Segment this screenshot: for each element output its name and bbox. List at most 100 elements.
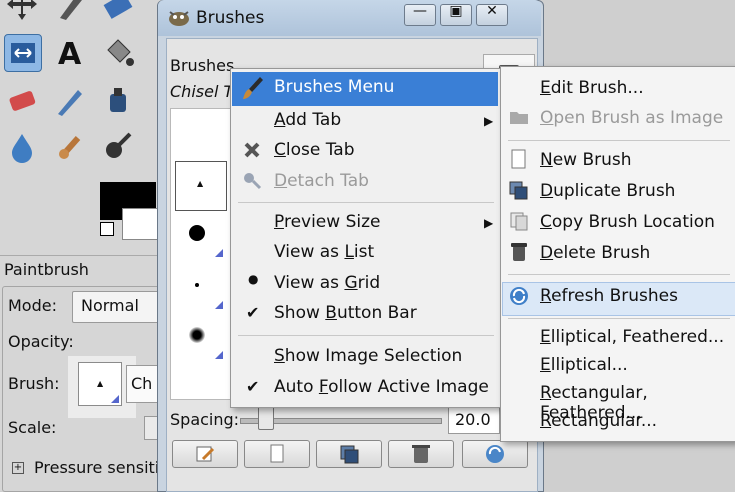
measure-tool-icon[interactable] <box>100 0 136 24</box>
brush-cell[interactable] <box>175 211 225 259</box>
mnemonic: P <box>274 212 284 232</box>
brush-cell[interactable] <box>175 263 225 311</box>
trash-icon <box>412 445 430 463</box>
duplicate-icon <box>508 179 530 201</box>
new-document-icon <box>270 444 284 463</box>
delete-brush-button[interactable] <box>388 440 454 468</box>
mnemonic: C <box>540 212 552 232</box>
new-brush-button[interactable] <box>244 440 310 468</box>
mnemonic: R <box>540 411 552 431</box>
mnemonic: R <box>540 286 552 306</box>
label-rest: elete Brush <box>553 243 651 263</box>
submenu-arrow-icon: ▶ <box>484 216 494 230</box>
menu-item-view-as-grid[interactable]: View as Grid <box>274 273 380 293</box>
trash-icon <box>508 241 530 263</box>
spacing-value: 20.0 <box>455 410 491 429</box>
label-rest: ist <box>353 242 375 262</box>
brush-preview-button[interactable]: ▲ <box>78 362 122 406</box>
opacity-label: Opacity: <box>8 332 74 351</box>
gimp-wilber-icon <box>166 6 192 28</box>
menu-separator <box>238 202 494 203</box>
brush-cell-selected[interactable]: ▲ <box>175 161 227 211</box>
airbrush-tool-icon[interactable] <box>52 82 88 118</box>
blur-tool-icon[interactable] <box>4 128 40 164</box>
menu-item-edit-brush[interactable]: Edit Brush... <box>540 78 644 98</box>
label-rest: opy Brush Location <box>551 212 715 232</box>
spacing-slider-thumb[interactable] <box>258 406 274 430</box>
menu-separator <box>508 318 730 319</box>
label-rest: efresh Brushes <box>551 286 678 306</box>
brush-corner-marker <box>215 351 223 359</box>
mode-label: Mode: <box>8 296 57 315</box>
menu-item-elliptical-feathered[interactable]: Elliptical, Feathered... <box>540 327 724 347</box>
pressure-label[interactable]: Pressure sensiti <box>34 458 159 477</box>
menu-item-delete-brush[interactable]: Delete Brush <box>540 243 650 263</box>
menu-item-open-brush-as-image: Open Brush as Image <box>540 108 723 128</box>
edit-brush-button[interactable] <box>172 440 238 468</box>
menu-item-copy-brush-location[interactable]: Copy Brush Location <box>540 212 715 232</box>
mnemonic: E <box>540 327 551 347</box>
menu-item-view-as-list[interactable]: View as List <box>274 242 374 262</box>
minimize-button[interactable]: — <box>404 3 436 26</box>
copy-location-icon <box>508 210 530 232</box>
brush-name-value: Ch <box>131 374 153 393</box>
refresh-brushes-button[interactable] <box>462 440 528 468</box>
default-colors-icon[interactable] <box>100 222 114 236</box>
brush-shape-icon <box>189 327 205 343</box>
spacing-label: Spacing: <box>170 410 240 429</box>
mnemonic: E <box>540 355 551 375</box>
mnemonic: D <box>540 243 554 263</box>
menu-item-elliptical[interactable]: Elliptical... <box>540 355 628 375</box>
spacing-value-field[interactable]: 20.0 <box>448 406 500 434</box>
background-color-swatch[interactable] <box>122 208 158 240</box>
text-tool-icon[interactable]: A <box>52 34 88 72</box>
menu-item-new-brush[interactable]: New Brush <box>540 150 632 170</box>
label-rest: lose Tab <box>285 140 355 160</box>
brush-cell[interactable] <box>175 313 225 361</box>
menu-separator <box>508 140 730 141</box>
mnemonic: S <box>274 346 285 366</box>
svg-text:A: A <box>58 37 82 70</box>
mnemonic: C <box>274 140 286 160</box>
menu-separator <box>238 335 494 336</box>
maximize-button[interactable]: ▣ <box>440 3 472 26</box>
pen-path-tool-icon[interactable] <box>52 0 88 24</box>
eraser-tool-icon[interactable] <box>4 82 40 118</box>
scale-label: Scale: <box>8 418 57 437</box>
move-tool-icon[interactable] <box>4 0 40 22</box>
menu-item-close-tab[interactable]: Close Tab <box>274 140 355 160</box>
mode-select[interactable]: Normal <box>72 291 162 323</box>
close-button[interactable]: ✕ <box>476 3 508 26</box>
brush-shape-icon <box>189 225 205 241</box>
expand-toggle-icon[interactable]: + <box>12 462 24 474</box>
close-icon: ✕ <box>486 3 498 19</box>
detach-tab-icon <box>242 170 262 190</box>
bucket-fill-tool-icon[interactable] <box>100 34 136 70</box>
label-pre: View as <box>274 273 345 293</box>
label-pre: Show <box>274 303 326 323</box>
brush-shape-icon <box>195 283 199 287</box>
menu-item-refresh-brushes[interactable]: Refresh Brushes <box>540 286 678 306</box>
mnemonic: B <box>325 303 337 323</box>
ink-tool-icon[interactable] <box>100 82 136 118</box>
maximize-icon: ▣ <box>449 3 463 19</box>
scale-tool-icon[interactable] <box>4 34 42 72</box>
menu-item-show-button-bar[interactable]: Show Button Bar <box>274 303 417 323</box>
menu-item-rectangular[interactable]: Rectangular... <box>540 411 657 431</box>
menu-item-add-tab[interactable]: Add Tab <box>274 110 341 130</box>
label-rest: review Size <box>283 212 381 232</box>
submenu-arrow-icon: ▶ <box>484 114 494 128</box>
menu-item-auto-follow-active-image[interactable]: Auto Follow Active Image <box>274 377 489 397</box>
duplicate-brush-button[interactable] <box>316 440 382 468</box>
smudge-tool-icon[interactable] <box>52 128 88 164</box>
radio-selected-icon: ● <box>248 272 259 286</box>
mnemonic: D <box>540 181 554 201</box>
brush-shape-icon: ▲ <box>97 379 104 388</box>
mnemonic: R <box>540 383 552 403</box>
dodge-burn-tool-icon[interactable] <box>100 128 136 164</box>
label-rest: lliptical... <box>550 355 628 375</box>
menu-item-duplicate-brush[interactable]: Duplicate Brush <box>540 181 675 201</box>
menu-item-show-image-selection[interactable]: Show Image Selection <box>274 346 462 366</box>
menu-item-preview-size[interactable]: Preview Size <box>274 212 380 232</box>
folder-icon <box>508 106 530 128</box>
